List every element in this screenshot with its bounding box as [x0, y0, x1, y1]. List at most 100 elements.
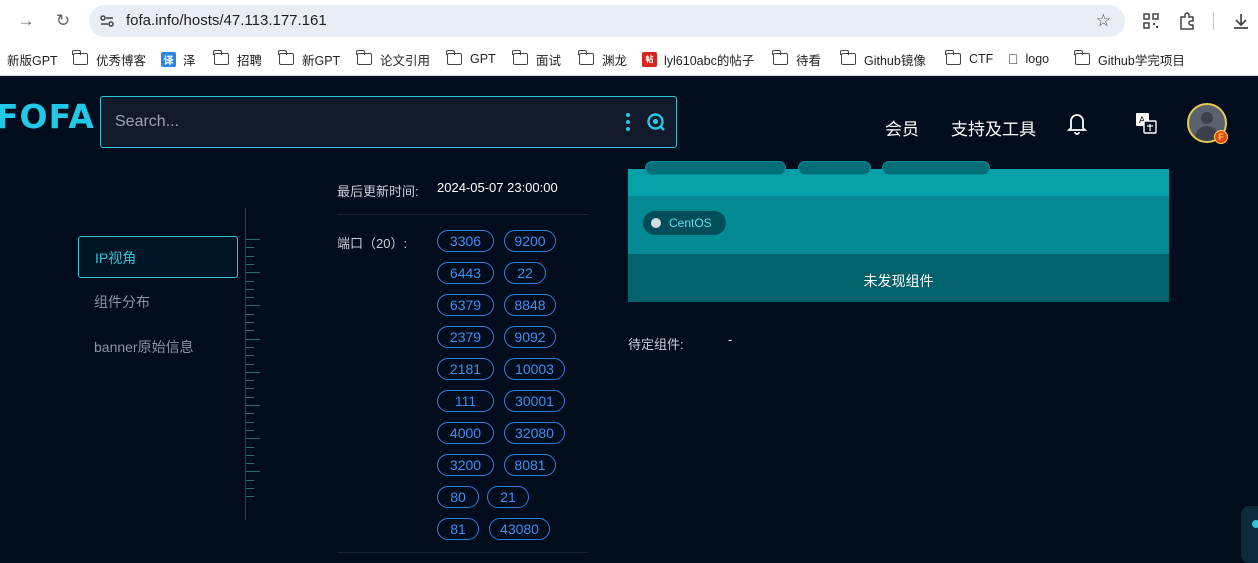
sidebar-tick	[246, 371, 260, 373]
sidebar-tick	[246, 388, 254, 390]
vip-badge: F	[1214, 130, 1228, 144]
sidebar-tick	[246, 330, 254, 332]
folder-icon	[945, 50, 961, 65]
sidebar-tick	[246, 488, 254, 489]
port-tag[interactable]: 8081	[504, 454, 556, 476]
url-text[interactable]: fofa.info/hosts/47.113.177.161	[126, 12, 327, 29]
fofa-page: FOFA 会员 支持及工具 A F IP视角	[0, 77, 1258, 563]
bookmark-folder[interactable]: 面试	[512, 50, 561, 68]
port-tag[interactable]: 2181	[437, 358, 494, 380]
port-tag[interactable]: 8848	[504, 294, 556, 316]
folder-icon	[278, 50, 294, 65]
bookmark-folder[interactable]: 优秀博客	[72, 50, 146, 68]
floating-help-tab[interactable]	[1241, 506, 1258, 563]
last-update-value: 2024-05-07 23:00:00	[437, 180, 558, 195]
folder-icon	[1074, 50, 1090, 65]
bookmark-item[interactable]: 译泽	[161, 50, 196, 68]
bookmark-item[interactable]: logo	[1008, 50, 1049, 68]
sidebar-tick	[246, 272, 260, 274]
sidebar-tick	[246, 429, 254, 431]
sidebar-tick	[246, 413, 254, 415]
sidebar-tick	[246, 471, 260, 473]
bell-icon[interactable]	[1066, 111, 1088, 135]
port-tag[interactable]: 9092	[504, 326, 556, 348]
sidebar-item-ip-view[interactable]: IP视角	[78, 236, 238, 278]
folder-icon	[213, 50, 229, 65]
port-tag[interactable]: 6443	[437, 262, 494, 284]
port-tag[interactable]: 22	[504, 262, 546, 284]
sidebar-item-banner-raw[interactable]: banner原始信息	[78, 326, 238, 368]
component-tag[interactable]	[882, 161, 990, 175]
search-icon[interactable]	[646, 112, 666, 132]
bookmark-folder[interactable]: Github学完项目	[1074, 50, 1185, 68]
port-tag[interactable]: 81	[437, 518, 479, 540]
port-tag[interactable]: 3306	[437, 230, 494, 252]
port-tag[interactable]: 43080	[489, 518, 550, 540]
sidebar-tick	[246, 322, 254, 323]
port-tag[interactable]: 9200	[504, 230, 556, 252]
bookmark-item[interactable]: 新版GPT	[7, 50, 58, 68]
qr-code-icon[interactable]	[1141, 11, 1161, 31]
os-tag[interactable]: CentOS	[643, 211, 726, 235]
component-tag[interactable]	[645, 161, 786, 175]
bookmark-folder[interactable]: 论文引用	[356, 50, 430, 68]
bookmark-folder[interactable]: 待看	[772, 50, 821, 68]
bookmark-folder[interactable]: 新GPT	[278, 50, 340, 68]
sidebar-tick	[246, 363, 254, 365]
language-icon[interactable]: A	[1134, 111, 1158, 135]
forum-icon: 帖	[642, 51, 657, 67]
sidebar-tick	[246, 446, 254, 448]
sidebar-item-component-distribution[interactable]: 组件分布	[78, 281, 238, 323]
bookmark-folder[interactable]: 招聘	[213, 50, 262, 68]
bookmark-folder[interactable]: CTF	[945, 50, 993, 68]
last-update-label: 最后更新时间:	[337, 184, 419, 199]
folder-icon	[840, 50, 856, 65]
sidebar-tick	[246, 288, 254, 290]
sidebar-tick	[246, 313, 254, 315]
sidebar-tick	[246, 421, 254, 423]
folder-icon	[512, 50, 528, 65]
site-settings-icon[interactable]	[99, 13, 115, 29]
sidebar-tick	[246, 454, 254, 456]
search-input[interactable]	[115, 109, 595, 135]
component-tag[interactable]	[798, 161, 871, 175]
port-tag[interactable]: 30001	[504, 390, 565, 412]
site-header: FOFA 会员 支持及工具 A F	[0, 77, 1258, 167]
more-options-icon[interactable]	[623, 111, 633, 133]
download-icon[interactable]	[1231, 11, 1251, 31]
divider	[337, 552, 588, 553]
fofa-logo[interactable]: FOFA	[0, 97, 95, 136]
bookmark-star-icon[interactable]: ☆	[1096, 11, 1111, 31]
pending-components-value: -	[728, 332, 733, 347]
sidebar-tick	[246, 338, 260, 340]
port-tag[interactable]: 6379	[437, 294, 494, 316]
sidebar-tick	[246, 463, 254, 465]
port-tag[interactable]: 3200	[437, 454, 494, 476]
bookmark-folder[interactable]: 渊龙	[578, 50, 627, 68]
bookmark-folder[interactable]: GPT	[446, 50, 496, 68]
sidebar-tick	[246, 479, 254, 481]
translate-icon: 译	[161, 51, 176, 67]
folder-icon	[72, 50, 88, 65]
reload-icon[interactable]: ↻	[51, 9, 75, 33]
sidebar-tick	[246, 239, 260, 240]
port-tag[interactable]: 4000	[437, 422, 494, 444]
forward-icon[interactable]: →	[14, 9, 38, 33]
sidebar-tick	[246, 355, 254, 357]
port-tag[interactable]: 32080	[504, 422, 565, 444]
port-tag[interactable]: 111	[437, 390, 494, 412]
omnibox[interactable]: fofa.info/hosts/47.113.177.161 ☆	[89, 5, 1125, 37]
divider	[337, 214, 588, 215]
pending-components-label: 待定组件:	[628, 337, 684, 352]
nav-membership[interactable]: 会员	[885, 115, 919, 140]
port-tag[interactable]: 80	[437, 486, 479, 508]
sidebar-tick	[246, 280, 254, 282]
nav-support-tools[interactable]: 支持及工具	[951, 115, 1036, 140]
port-tag[interactable]: 21	[487, 486, 529, 508]
bookmark-folder[interactable]: Github镜像	[840, 50, 926, 68]
extensions-icon[interactable]	[1177, 11, 1197, 31]
sidebar-tick	[246, 247, 254, 249]
port-tag[interactable]: 2379	[437, 326, 494, 348]
port-tag[interactable]: 10003	[504, 358, 565, 380]
bookmark-item[interactable]: 帖 lyl610abc的帖子	[642, 50, 754, 68]
